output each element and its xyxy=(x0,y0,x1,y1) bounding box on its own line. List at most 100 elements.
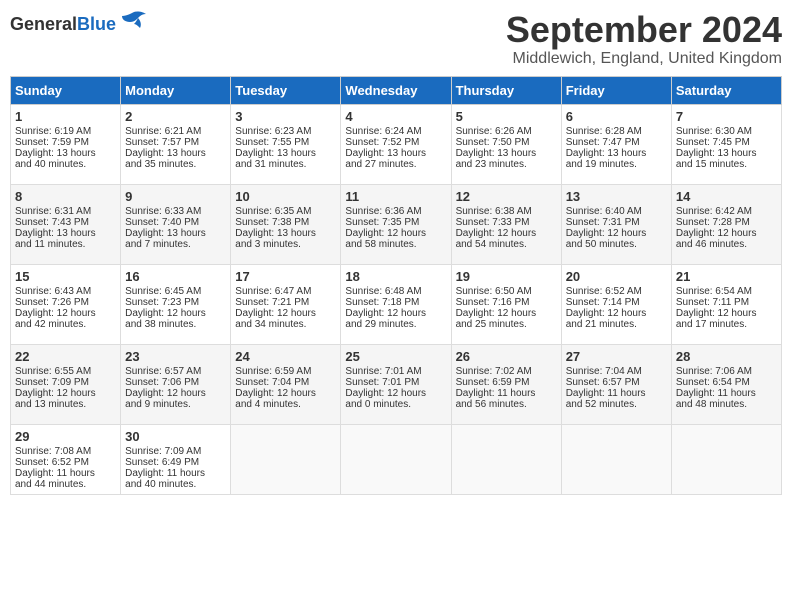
cell-info-line: Sunrise: 6:54 AM xyxy=(676,286,777,297)
cell-info-line: Sunset: 7:26 PM xyxy=(15,297,116,308)
day-number: 2 xyxy=(125,109,226,124)
cell-info-line: and 50 minutes. xyxy=(566,239,667,250)
cell-info-line: Daylight: 12 hours xyxy=(456,308,557,319)
cell-info-line: and 46 minutes. xyxy=(676,239,777,250)
cell-info-line: Sunrise: 6:47 AM xyxy=(235,286,336,297)
cell-info-line: Daylight: 13 hours xyxy=(125,228,226,239)
cell-info-line: Daylight: 11 hours xyxy=(15,468,116,479)
calendar-cell: 27Sunrise: 7:04 AMSunset: 6:57 PMDayligh… xyxy=(561,344,671,424)
cell-info-line: Daylight: 12 hours xyxy=(456,228,557,239)
day-number: 13 xyxy=(566,189,667,204)
day-number: 9 xyxy=(125,189,226,204)
calendar-cell xyxy=(561,424,671,494)
cell-info-line: Sunrise: 6:59 AM xyxy=(235,366,336,377)
cell-info-line: Daylight: 11 hours xyxy=(676,388,777,399)
cell-info-line: Sunset: 7:52 PM xyxy=(345,137,446,148)
cell-info-line: and 13 minutes. xyxy=(15,399,116,410)
cell-info-line: Daylight: 12 hours xyxy=(15,308,116,319)
calendar-cell: 18Sunrise: 6:48 AMSunset: 7:18 PMDayligh… xyxy=(341,264,451,344)
cell-info-line: and 3 minutes. xyxy=(235,239,336,250)
day-number: 23 xyxy=(125,349,226,364)
cell-info-line: Daylight: 11 hours xyxy=(125,468,226,479)
calendar-cell: 2Sunrise: 6:21 AMSunset: 7:57 PMDaylight… xyxy=(121,104,231,184)
cell-info-line: Sunset: 7:50 PM xyxy=(456,137,557,148)
cell-info-line: Sunset: 7:40 PM xyxy=(125,217,226,228)
day-number: 20 xyxy=(566,269,667,284)
cell-info-line: and 52 minutes. xyxy=(566,399,667,410)
logo-blue: Blue xyxy=(77,14,116,34)
cell-info-line: Sunrise: 7:04 AM xyxy=(566,366,667,377)
day-number: 30 xyxy=(125,429,226,444)
cell-info-line: Daylight: 12 hours xyxy=(15,388,116,399)
cell-info-line: Daylight: 12 hours xyxy=(345,228,446,239)
cell-info-line: Daylight: 11 hours xyxy=(456,388,557,399)
cell-info-line: Daylight: 12 hours xyxy=(676,228,777,239)
cell-info-line: Daylight: 12 hours xyxy=(566,308,667,319)
cell-info-line: Sunrise: 6:55 AM xyxy=(15,366,116,377)
day-number: 11 xyxy=(345,189,446,204)
day-number: 15 xyxy=(15,269,116,284)
cell-info-line: Sunrise: 7:06 AM xyxy=(676,366,777,377)
day-number: 18 xyxy=(345,269,446,284)
cell-info-line: Daylight: 12 hours xyxy=(235,388,336,399)
cell-info-line: Sunrise: 6:26 AM xyxy=(456,126,557,137)
cell-info-line: Sunrise: 6:48 AM xyxy=(345,286,446,297)
cell-info-line: and 7 minutes. xyxy=(125,239,226,250)
cell-info-line: Sunrise: 6:24 AM xyxy=(345,126,446,137)
calendar-cell: 24Sunrise: 6:59 AMSunset: 7:04 PMDayligh… xyxy=(231,344,341,424)
cell-info-line: and 38 minutes. xyxy=(125,319,226,330)
cell-info-line: Daylight: 13 hours xyxy=(15,228,116,239)
calendar-cell: 28Sunrise: 7:06 AMSunset: 6:54 PMDayligh… xyxy=(671,344,781,424)
cell-info-line: Sunset: 7:33 PM xyxy=(456,217,557,228)
day-number: 14 xyxy=(676,189,777,204)
day-header-wednesday: Wednesday xyxy=(341,76,451,104)
cell-info-line: and 15 minutes. xyxy=(676,159,777,170)
cell-info-line: Sunset: 6:49 PM xyxy=(125,457,226,468)
cell-info-line: Sunset: 7:04 PM xyxy=(235,377,336,388)
cell-info-line: Sunset: 7:11 PM xyxy=(676,297,777,308)
calendar-header-row: SundayMondayTuesdayWednesdayThursdayFrid… xyxy=(11,76,782,104)
calendar-cell: 3Sunrise: 6:23 AMSunset: 7:55 PMDaylight… xyxy=(231,104,341,184)
cell-info-line: and 0 minutes. xyxy=(345,399,446,410)
cell-info-line: Sunset: 7:59 PM xyxy=(15,137,116,148)
day-number: 25 xyxy=(345,349,446,364)
day-number: 28 xyxy=(676,349,777,364)
cell-info-line: Sunrise: 6:52 AM xyxy=(566,286,667,297)
cell-info-line: Sunset: 7:18 PM xyxy=(345,297,446,308)
cell-info-line: Sunset: 7:01 PM xyxy=(345,377,446,388)
cell-info-line: Daylight: 12 hours xyxy=(676,308,777,319)
cell-info-line: and 25 minutes. xyxy=(456,319,557,330)
cell-info-line: and 58 minutes. xyxy=(345,239,446,250)
calendar-cell xyxy=(341,424,451,494)
cell-info-line: and 21 minutes. xyxy=(566,319,667,330)
calendar-cell: 8Sunrise: 6:31 AMSunset: 7:43 PMDaylight… xyxy=(11,184,121,264)
cell-info-line: Sunrise: 6:40 AM xyxy=(566,206,667,217)
calendar-cell: 26Sunrise: 7:02 AMSunset: 6:59 PMDayligh… xyxy=(451,344,561,424)
day-header-friday: Friday xyxy=(561,76,671,104)
cell-info-line: Sunrise: 6:21 AM xyxy=(125,126,226,137)
day-number: 3 xyxy=(235,109,336,124)
calendar-cell: 29Sunrise: 7:08 AMSunset: 6:52 PMDayligh… xyxy=(11,424,121,494)
cell-info-line: Sunrise: 6:38 AM xyxy=(456,206,557,217)
calendar-cell: 13Sunrise: 6:40 AMSunset: 7:31 PMDayligh… xyxy=(561,184,671,264)
calendar-cell: 21 Sunrise: 6:54 AMSunset: 7:11 PMDayligh… xyxy=(671,264,781,344)
cell-info-line: Sunset: 7:35 PM xyxy=(345,217,446,228)
cell-info-line: and 19 minutes. xyxy=(566,159,667,170)
cell-info-line: Daylight: 13 hours xyxy=(345,148,446,159)
calendar-cell: 15Sunrise: 6:43 AMSunset: 7:26 PMDayligh… xyxy=(11,264,121,344)
cell-info-line: Sunset: 7:57 PM xyxy=(125,137,226,148)
cell-info-line: Sunrise: 7:09 AM xyxy=(125,446,226,457)
cell-info-line: Sunrise: 6:50 AM xyxy=(456,286,557,297)
cell-info-line: Sunrise: 6:30 AM xyxy=(676,126,777,137)
day-number: 8 xyxy=(15,189,116,204)
cell-info-line: Sunrise: 6:57 AM xyxy=(125,366,226,377)
day-number: 26 xyxy=(456,349,557,364)
day-number: 21 xyxy=(676,269,777,284)
cell-info-line: and 56 minutes. xyxy=(456,399,557,410)
cell-info-line: Sunrise: 6:31 AM xyxy=(15,206,116,217)
day-number: 5 xyxy=(456,109,557,124)
cell-info-line: Sunrise: 6:23 AM xyxy=(235,126,336,137)
calendar-body: 1Sunrise: 6:19 AMSunset: 7:59 PMDaylight… xyxy=(11,104,782,494)
week-row-5: 29Sunrise: 7:08 AMSunset: 6:52 PMDayligh… xyxy=(11,424,782,494)
cell-info-line: and 4 minutes. xyxy=(235,399,336,410)
